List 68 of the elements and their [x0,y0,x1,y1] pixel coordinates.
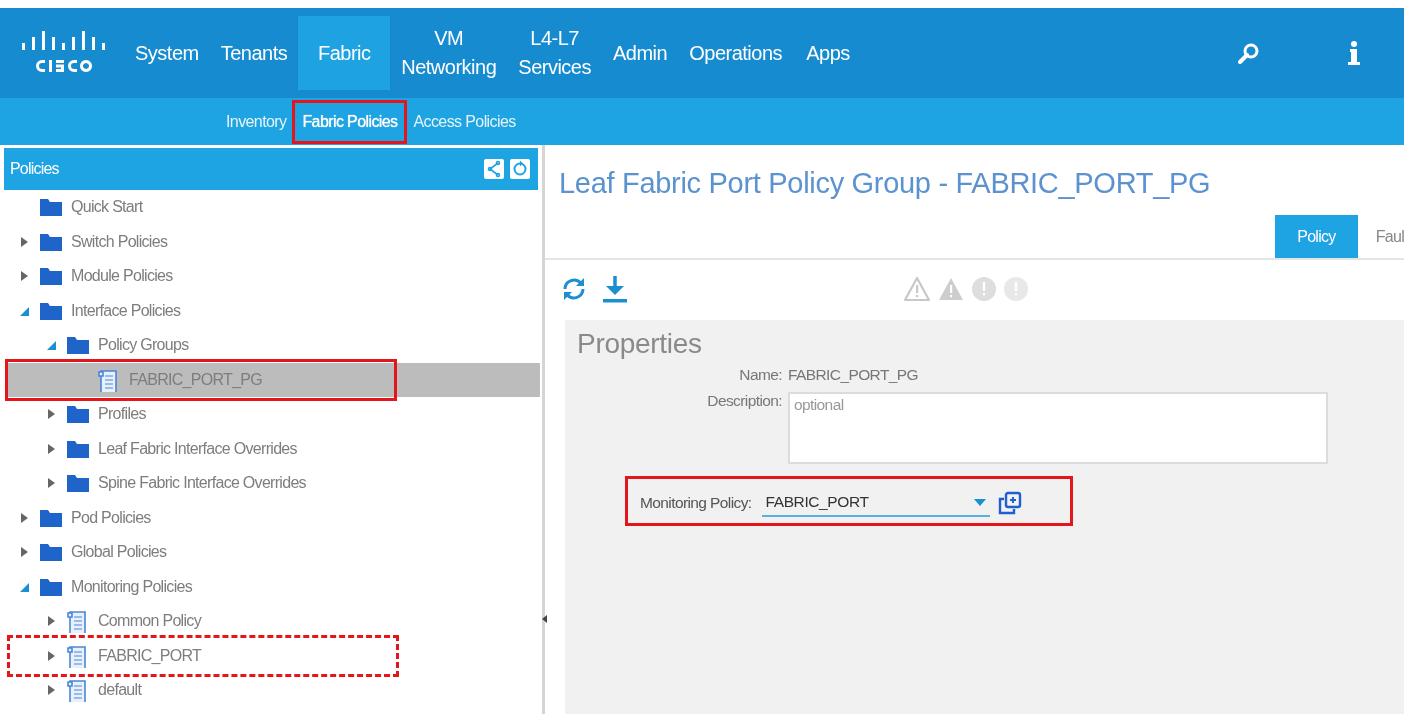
tree-item[interactable]: Pod Policies [0,500,540,535]
collapsed-arrow-icon[interactable] [20,271,29,282]
page-title: Leaf Fabric Port Policy Group - FABRIC_PORT_PG [559,167,1212,200]
copy-icon[interactable] [997,491,1022,515]
description-field[interactable]: optional [788,392,1328,464]
nav-tab[interactable]: VM Networking [390,16,508,90]
tree-item[interactable]: Profiles [0,397,540,432]
download-icon[interactable] [601,274,629,304]
expanded-arrow-icon[interactable] [47,340,56,351]
field-label: Description: [706,392,782,411]
tree-item[interactable]: Switch Policies [0,224,540,259]
section-title: Properties [577,328,703,360]
search-icon[interactable] [1238,42,1260,64]
tab[interactable]: Policy [1275,215,1358,258]
folder-icon [39,576,63,597]
caret-icon [973,498,986,506]
collapsed-arrow-icon[interactable] [47,685,56,696]
tree-item[interactable]: Module Policies [0,259,540,294]
subnav-link[interactable]: Fabric Policies [298,106,402,137]
refresh-icon[interactable] [510,159,530,179]
collapsed-arrow-icon[interactable] [47,478,56,489]
collapse-handle-icon[interactable] [542,615,547,623]
tree-item[interactable]: default [0,673,540,708]
nav-tab[interactable]: Fabric [298,16,391,90]
nav-tab[interactable]: Tenants [209,16,299,90]
tree-item[interactable]: Common Policy [0,604,540,639]
nav-tab[interactable]: Admin [602,16,679,90]
subnav-link[interactable]: Access Policies [409,106,520,137]
folder-icon [39,300,63,321]
folder-icon [66,473,90,494]
field-label: Name: [738,366,782,384]
panel-title: Policies [10,160,59,178]
tree-item[interactable]: Global Policies [0,535,540,570]
folder-icon [66,438,90,459]
collapsed-arrow-icon[interactable] [20,547,29,558]
tree-item[interactable]: FABRIC_PORT [0,638,540,673]
folder-icon [39,542,63,563]
tree-item[interactable]: Spine Fabric Interface Overrides [0,466,540,501]
collapsed-arrow-icon[interactable] [47,443,56,454]
subnav-link[interactable]: Inventory [222,106,291,137]
nav-tab[interactable]: L4-L7 Services [507,16,602,90]
collapsed-arrow-icon[interactable] [20,236,29,247]
tab[interactable]: Faul [1357,215,1404,258]
collapsed-arrow-icon[interactable] [47,409,56,420]
folder-icon [39,197,63,218]
collapsed-arrow-icon[interactable] [20,512,29,523]
expanded-arrow-icon[interactable] [20,581,29,592]
nav-tab[interactable]: Apps [793,16,864,90]
tree-item[interactable]: Monitoring Policies [0,569,540,604]
expanded-arrow-icon[interactable] [20,305,29,316]
info-icon[interactable] [1348,41,1360,65]
nav-tab[interactable]: System [124,16,210,90]
tree-item[interactable]: Leaf Fabric Interface Overrides [0,431,540,466]
folder-icon [39,507,63,528]
folder-icon [39,266,63,287]
folder-icon [66,335,90,356]
tree-item[interactable]: Interface Policies [0,293,540,328]
share-icon[interactable] [484,159,504,179]
field-label: Monitoring Policy: [640,494,752,512]
nav-tab[interactable]: Operations [678,16,794,90]
collapsed-arrow-icon[interactable] [47,650,56,661]
dropdown-field[interactable]: FABRIC_PORT [761,489,990,517]
tree-item[interactable]: Quick Start [0,190,540,225]
field-value: FABRIC_PORT_PG [788,366,919,384]
folder-icon [39,231,63,252]
tree-item[interactable]: Policy Groups [0,328,540,363]
collapsed-arrow-icon[interactable] [47,616,56,627]
folder-icon [66,404,90,425]
